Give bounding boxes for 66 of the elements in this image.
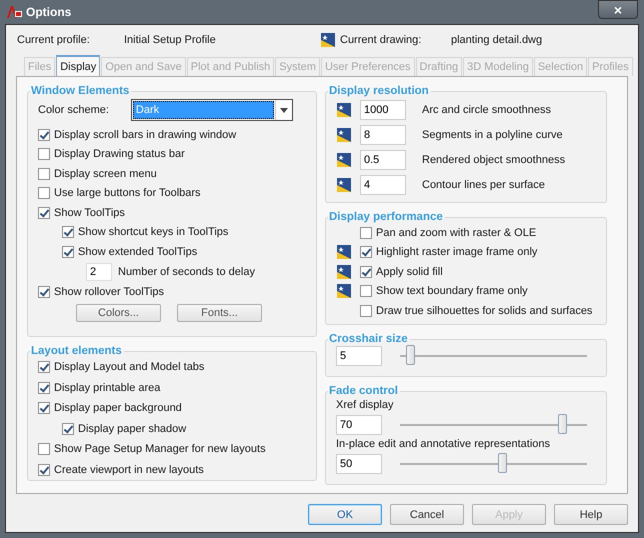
app-logo-icon bbox=[6, 5, 22, 19]
drawing-file-icon bbox=[336, 102, 352, 118]
resolution-field[interactable]: 8 bbox=[360, 124, 406, 144]
settings-button[interactable]: Fonts... bbox=[177, 304, 262, 322]
close-button[interactable]: × bbox=[598, 0, 638, 19]
group-title: Crosshair size bbox=[328, 333, 409, 345]
checkbox-option[interactable]: Display paper background bbox=[38, 398, 306, 418]
resolution-label: Rendered object smoothness bbox=[422, 154, 566, 166]
dialog-button[interactable]: Help bbox=[554, 504, 628, 525]
checkbox-option[interactable]: Display screen menu bbox=[38, 164, 306, 184]
profile-label: Current profile: bbox=[17, 34, 91, 46]
dialog-button[interactable]: OK bbox=[308, 504, 382, 525]
crosshair-size-field[interactable]: 5 bbox=[336, 346, 382, 366]
window-title: Options bbox=[26, 5, 72, 19]
slider-thumb[interactable] bbox=[406, 345, 416, 365]
seconds-field[interactable]: 2 bbox=[86, 263, 112, 281]
resolution-label: Segments in a polyline curve bbox=[422, 128, 563, 140]
checkbox-option[interactable]: Show shortcut keys in ToolTips bbox=[38, 222, 306, 242]
group-title: Fade control bbox=[328, 385, 400, 397]
drawing-file-icon bbox=[336, 176, 352, 192]
resolution-label: Arc and circle smoothness bbox=[422, 104, 551, 116]
fade-label: Xref display bbox=[336, 398, 394, 413]
checkbox-option[interactable]: Display printable area bbox=[38, 378, 306, 398]
group-title: Window Elements bbox=[30, 85, 130, 97]
settings-button[interactable]: Colors... bbox=[76, 304, 161, 322]
drawing-file-icon bbox=[336, 152, 352, 168]
checkbox-option[interactable]: Show ToolTips bbox=[38, 203, 306, 222]
fade-label: In-place edit and annotative representations bbox=[336, 437, 552, 452]
group-title: Layout elements bbox=[30, 345, 123, 357]
resolution-field[interactable]: 0.5 bbox=[360, 150, 406, 170]
drawing-file-icon bbox=[336, 244, 352, 260]
group-title: Display performance bbox=[328, 211, 444, 223]
checkbox-option[interactable]: Draw true silhouettes for solids and surfaces bbox=[360, 301, 592, 320]
checkbox-option[interactable]: Create viewport in new layouts bbox=[38, 460, 306, 480]
checkbox-option[interactable]: Display Layout and Model tabs bbox=[38, 357, 306, 378]
drawing-name: planting detail.dwg bbox=[451, 34, 542, 46]
checkbox-option[interactable]: Highlight raster image frame only bbox=[360, 242, 538, 262]
checkbox-option[interactable]: Show text boundary frame only bbox=[360, 282, 528, 301]
checkbox-option[interactable]: Use large buttons for Toolbars bbox=[38, 184, 306, 203]
resolution-field[interactable]: 1000 bbox=[360, 100, 406, 120]
resolution-label: Contour lines per surface bbox=[422, 178, 545, 190]
slider-thumb[interactable] bbox=[558, 414, 567, 434]
color-scheme-label: Color scheme: bbox=[38, 104, 109, 116]
drawing-file-icon bbox=[336, 126, 352, 142]
checkbox-option[interactable]: Show rollover ToolTips bbox=[38, 282, 306, 302]
checkbox-option[interactable]: Show Page Setup Manager for new layouts bbox=[38, 439, 306, 460]
group-title: Display resolution bbox=[328, 85, 430, 97]
drawing-file-icon bbox=[336, 264, 352, 280]
fade-field[interactable]: 50 bbox=[336, 454, 382, 474]
resolution-field[interactable]: 4 bbox=[360, 174, 406, 194]
dialog-button[interactable]: Cancel bbox=[390, 504, 464, 525]
caret-icon bbox=[280, 108, 288, 112]
seconds-label: Number of seconds to delay bbox=[118, 266, 255, 278]
drawing-label: Current drawing: bbox=[340, 34, 422, 46]
checkbox-option[interactable]: Display scroll bars in drawing window bbox=[38, 125, 306, 144]
checkbox-option[interactable]: Display paper shadow bbox=[38, 418, 306, 439]
fade-field[interactable]: 70 bbox=[336, 415, 382, 435]
checkbox-option[interactable]: Show extended ToolTips bbox=[38, 242, 306, 262]
profile-name: Initial Setup Profile bbox=[124, 34, 217, 46]
drawing-file-icon bbox=[336, 283, 352, 300]
checkbox-option[interactable]: Display Drawing status bar bbox=[38, 144, 306, 164]
checkbox-option[interactable]: Apply solid fill bbox=[360, 262, 443, 282]
checkbox-option[interactable]: Pan and zoom with raster & OLE bbox=[360, 223, 536, 242]
tab[interactable]: Display bbox=[56, 55, 100, 76]
slider-thumb[interactable] bbox=[498, 453, 507, 473]
drawing-file-icon bbox=[320, 32, 336, 48]
